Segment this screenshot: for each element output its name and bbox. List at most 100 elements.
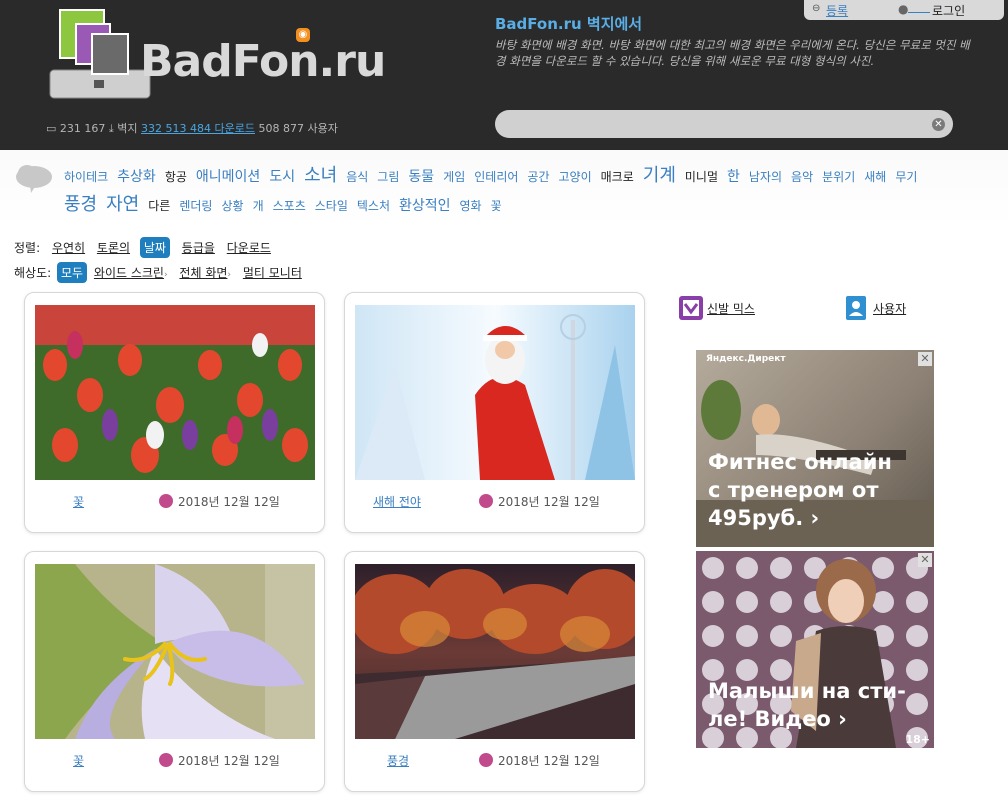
category-link[interactable]: 소녀: [304, 162, 337, 190]
card-date: 2018년 12월 12일: [159, 752, 280, 769]
category-link[interactable]: 남자의: [749, 163, 782, 191]
resolution-widescreen[interactable]: 와이드 스크린: [94, 266, 164, 280]
downloads-count-link[interactable]: 332 513 484 다운로드: [141, 122, 255, 135]
wallpapers-count: 231 167: [59, 122, 106, 135]
clock-icon: [479, 753, 493, 767]
resolution-label: 해상도:: [14, 266, 52, 280]
search-input[interactable]: [507, 115, 917, 133]
card-tag[interactable]: 풍경: [387, 752, 409, 769]
card-date: 2018년 12월 12일: [159, 493, 280, 510]
chevron-right-icon: ›: [227, 270, 232, 280]
category-link[interactable]: 환상적인: [399, 192, 451, 220]
tagline-title: BadFon.ru 벽지에서: [495, 15, 643, 33]
sort-random[interactable]: 우연히: [52, 241, 85, 255]
category-link[interactable]: 개: [253, 192, 264, 220]
clock-icon: [479, 494, 493, 508]
cloud-icon: [16, 165, 52, 193]
wallpaper-card: 꽃 2018년 12월 12일: [24, 292, 325, 533]
category-link[interactable]: 하이테크: [64, 163, 108, 191]
monitor-icon: ▭: [46, 122, 57, 135]
category-link[interactable]: 한: [727, 163, 740, 191]
close-icon[interactable]: ✕: [918, 352, 932, 366]
sort-rating[interactable]: 등급을: [182, 241, 215, 255]
category-link[interactable]: 미니멀: [685, 163, 718, 191]
category-link[interactable]: 스포츠: [273, 192, 306, 220]
category-link[interactable]: 그림: [377, 163, 399, 191]
card-date: 2018년 12월 12일: [479, 493, 600, 510]
shoe-mix-link[interactable]: 신발 믹스: [707, 300, 755, 317]
downloads-label: 벽지: [117, 122, 138, 135]
lock-icon: ⊖: [812, 3, 821, 14]
wallpaper-thumbnail-autumn[interactable]: [355, 564, 635, 739]
clock-icon: [159, 753, 173, 767]
ad-banner-fitness[interactable]: Яндекс.Директ ✕ Фитнес онлайн с тренером…: [696, 350, 934, 547]
wallpaper-thumbnail-tulips[interactable]: [35, 305, 315, 480]
rss-icon[interactable]: ◉: [296, 28, 310, 42]
users-icon[interactable]: [842, 294, 870, 322]
category-link[interactable]: 상황: [221, 192, 243, 220]
users-link[interactable]: 사용자: [873, 300, 906, 317]
users-count: 508 877 사용자: [258, 122, 338, 135]
card-tag[interactable]: 꽃: [73, 752, 84, 769]
ad-text[interactable]: Малыши на сти- ле! Видео ›: [708, 677, 918, 733]
wallpaper-thumbnail-santa[interactable]: [355, 305, 635, 480]
shoe-mix-icon[interactable]: [677, 294, 705, 322]
sort-date[interactable]: 날짜: [139, 237, 170, 258]
register-link[interactable]: 등록: [826, 2, 896, 19]
category-link[interactable]: 항공: [165, 163, 187, 191]
user-icon: ●: [898, 2, 909, 16]
category-link[interactable]: 인테리어: [474, 163, 518, 191]
resolution-row: 해상도: 모두 와이드 스크린› 전체 화면› 멀티 모니터: [14, 262, 302, 283]
wallpaper-card: 새해 전야 2018년 12월 12일: [344, 292, 645, 533]
category-link[interactable]: 영화: [460, 192, 482, 220]
close-icon[interactable]: ✕: [918, 553, 932, 567]
category-link[interactable]: 렌더링: [179, 192, 212, 220]
category-link[interactable]: 고양이: [559, 163, 592, 191]
card-tag[interactable]: 새해 전야: [373, 493, 421, 510]
ad-banner-kids[interactable]: ✕ Малыши на сти- ле! Видео › 18+: [696, 551, 934, 748]
login-link[interactable]: 로그인: [932, 2, 965, 19]
category-link[interactable]: 무기: [895, 163, 917, 191]
resolution-multimonitor[interactable]: 멀티 모니터: [243, 266, 302, 280]
category-link[interactable]: 애니메이션: [196, 163, 260, 191]
auth-box: ⊖ 등록 ● 로그인: [804, 0, 1004, 20]
download-icon: ⤓: [108, 122, 114, 135]
resolution-fullscreen[interactable]: 전체 화면: [179, 266, 227, 280]
card-tag[interactable]: 꽃: [73, 493, 84, 510]
category-link[interactable]: 음식: [346, 163, 368, 191]
category-link[interactable]: 분위기: [822, 163, 855, 191]
category-link[interactable]: 스타일: [315, 192, 348, 220]
category-link[interactable]: 새해: [864, 163, 886, 191]
wallpaper-card: 풍경 2018년 12월 12일: [344, 551, 645, 792]
clear-search-icon[interactable]: ✕: [932, 118, 945, 131]
category-link[interactable]: 음악: [791, 163, 813, 191]
category-link[interactable]: 자연: [106, 191, 139, 219]
category-link[interactable]: 꽃: [491, 192, 502, 220]
category-link[interactable]: 공간: [527, 163, 549, 191]
category-link[interactable]: 매크로: [601, 163, 634, 191]
category-link[interactable]: 추상화: [117, 163, 156, 191]
ad-brand: Яндекс.Директ: [706, 354, 786, 364]
clock-icon: [159, 494, 173, 508]
resolution-all[interactable]: 모두: [57, 262, 88, 283]
site-stats: ▭ 231 167 ⤓ 벽지 332 513 484 다운로드 508 877 …: [46, 120, 338, 136]
category-link[interactable]: 풍경: [64, 191, 97, 219]
category-link[interactable]: 도시: [269, 163, 295, 191]
ad-text[interactable]: Фитнес онлайн с тренером от 495руб. ›: [708, 448, 908, 532]
category-link[interactable]: 게임: [443, 163, 465, 191]
wallpaper-card: 꽃 2018년 12월 12일: [24, 551, 325, 792]
logo-text[interactable]: BadFon.ru: [140, 36, 386, 87]
category-link[interactable]: 동물: [408, 163, 434, 191]
site-header: BadFon.ru ◉ ▭ 231 167 ⤓ 벽지 332 513 484 다…: [0, 0, 1008, 150]
wallpaper-thumbnail-lily[interactable]: [35, 564, 315, 739]
sort-row: 정렬: 우연히 토론의 날짜 등급을 다운로드: [14, 237, 271, 258]
search-box[interactable]: [495, 110, 953, 138]
sort-downloads[interactable]: 다운로드: [227, 241, 271, 255]
tagline-text: 바탕 화면에 배경 화면. 바탕 화면에 대한 최고의 배경 화면은 우리에게 …: [495, 38, 970, 68]
sort-discussed[interactable]: 토론의: [97, 241, 130, 255]
age-rating: 18+: [905, 733, 930, 746]
category-link[interactable]: 기계: [643, 162, 676, 190]
category-link[interactable]: 다른: [148, 192, 170, 220]
category-link[interactable]: 텍스처: [357, 192, 390, 220]
category-cloud: 하이테크 추상화 항공 애니메이션 도시 소녀 음식 그림 동물 게임 인테리어 공간 고양이 매크로 기계…: [64, 162, 944, 220]
